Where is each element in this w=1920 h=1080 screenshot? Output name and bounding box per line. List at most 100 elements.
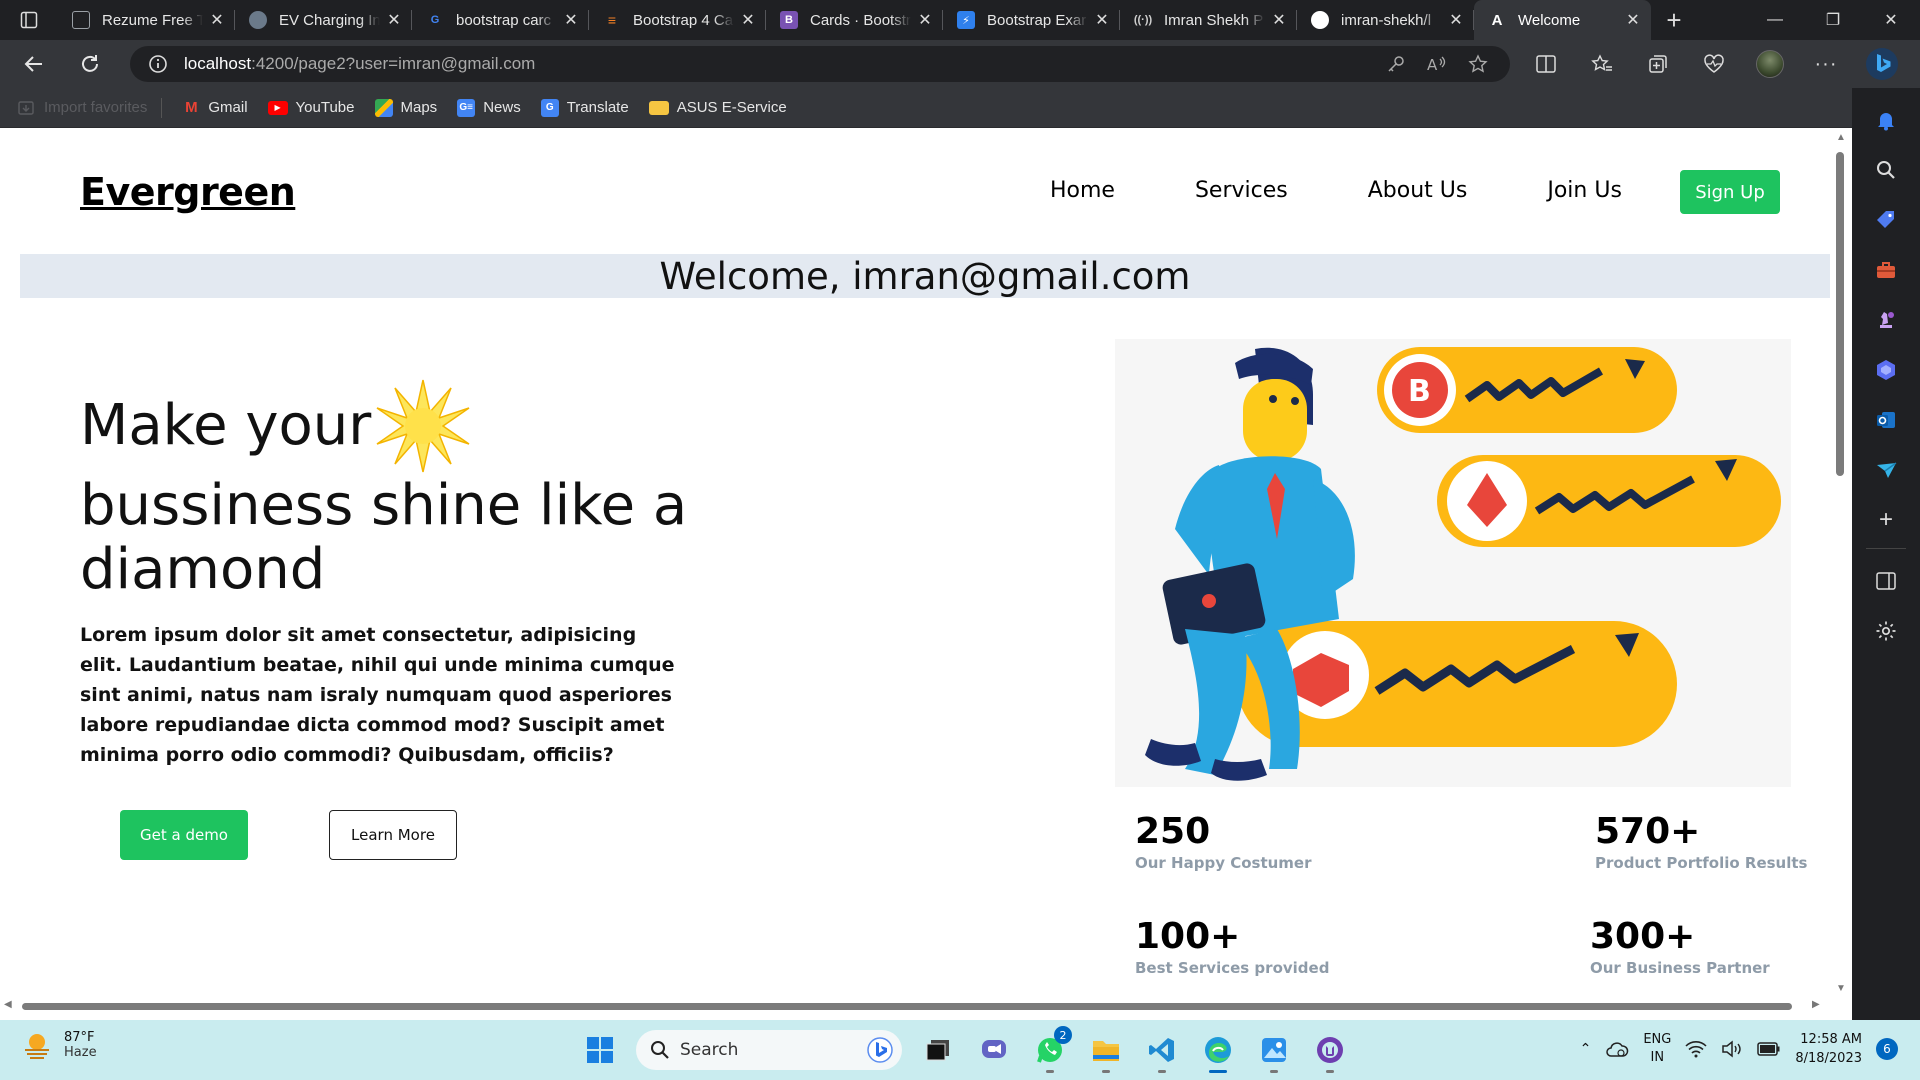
sign-up-button[interactable]: Sign Up: [1680, 170, 1780, 214]
browser-tab[interactable]: ≡ Bootstrap 4 Ca ✕: [589, 0, 766, 40]
import-favorites-link[interactable]: Import favorites: [18, 99, 147, 116]
browser-tab[interactable]: ⚡ Bootstrap Exar ✕: [943, 0, 1120, 40]
new-tab-button[interactable]: +: [1651, 0, 1697, 40]
search-sidebar-button[interactable]: [1868, 152, 1904, 188]
url-host: localhost: [184, 54, 252, 73]
teams-chat-button[interactable]: [974, 1030, 1014, 1070]
nav-about-us[interactable]: About Us: [1368, 178, 1468, 203]
nav-join-us[interactable]: Join Us: [1547, 178, 1622, 203]
notifications-button[interactable]: [1868, 102, 1904, 138]
fav-news[interactable]: G≡ News: [457, 98, 521, 117]
brand-logo[interactable]: Evergreen: [80, 170, 296, 214]
copilot-m365-button[interactable]: [1868, 352, 1904, 388]
nav-home[interactable]: Home: [1050, 178, 1115, 203]
restore-icon[interactable]: ❐: [1804, 0, 1862, 40]
browser-tab[interactable]: EV Charging In ✕: [235, 0, 412, 40]
close-tab-icon[interactable]: ✕: [386, 10, 402, 30]
photos-icon: [1262, 1038, 1286, 1062]
url-field[interactable]: localhost:4200/page2?user=imran@gmail.co…: [130, 46, 1510, 82]
start-button[interactable]: [580, 1030, 620, 1070]
learn-more-button[interactable]: Learn More: [329, 810, 457, 860]
browser-tab[interactable]: Rezume Free T ✕: [58, 0, 235, 40]
page-viewport: Evergreen Home Services About Us Join Us…: [0, 128, 1852, 1010]
close-tab-icon[interactable]: ✕: [1271, 10, 1287, 30]
browser-tab[interactable]: ((·)) Imran Shekh P ✕: [1120, 0, 1297, 40]
scroll-right-arrow-icon[interactable]: ▶: [1812, 999, 1820, 1010]
scroll-down-arrow-icon[interactable]: ▼: [1836, 983, 1846, 994]
read-aloud-icon[interactable]: A: [1426, 54, 1448, 74]
whatsapp-button[interactable]: 2: [1030, 1026, 1072, 1073]
key-icon[interactable]: [1386, 54, 1406, 74]
games-button[interactable]: [1868, 302, 1904, 338]
wifi-icon[interactable]: [1685, 1040, 1707, 1058]
drop-button[interactable]: [1868, 452, 1904, 488]
favorites-button[interactable]: [1574, 40, 1630, 88]
vscode-button[interactable]: [1142, 1030, 1182, 1073]
taskbar-search[interactable]: Search: [636, 1030, 902, 1070]
horizontal-scroll-thumb[interactable]: [22, 1003, 1792, 1010]
close-tab-icon[interactable]: ✕: [1094, 10, 1110, 30]
battery-charging-icon[interactable]: [1757, 1041, 1781, 1057]
browser-tab[interactable]: G bootstrap carc ✕: [412, 0, 589, 40]
close-tab-icon[interactable]: ✕: [1448, 10, 1464, 30]
browser-essentials-button[interactable]: [1686, 40, 1742, 88]
bing-copilot-button[interactable]: [1854, 40, 1910, 88]
translate-icon: G: [540, 98, 559, 117]
tools-button[interactable]: [1868, 252, 1904, 288]
fav-gmail[interactable]: M Gmail: [182, 99, 247, 117]
main-nav: Home Services About Us Join Us: [1050, 178, 1702, 203]
input-language[interactable]: ENG IN: [1643, 1031, 1671, 1067]
horizontal-scrollbar[interactable]: ◀ ▶: [0, 999, 1832, 1010]
favorites-icon: [1591, 54, 1612, 71]
hide-sidebar-button[interactable]: [1868, 563, 1904, 599]
photos-button[interactable]: [1254, 1030, 1294, 1073]
weather-widget[interactable]: 87°F Haze: [22, 1030, 97, 1060]
favorite-star-icon[interactable]: [1468, 54, 1488, 74]
github-desktop-button[interactable]: [1310, 1030, 1350, 1073]
svg-text:A: A: [1427, 56, 1438, 74]
shopping-button[interactable]: [1868, 202, 1904, 238]
fav-asus[interactable]: ASUS E-Service: [648, 99, 787, 116]
collections-button[interactable]: [1630, 40, 1686, 88]
close-tab-icon[interactable]: ✕: [563, 10, 579, 30]
minimize-icon[interactable]: —: [1746, 0, 1804, 40]
add-sidebar-app-button[interactable]: +: [1868, 502, 1904, 538]
browser-tab-active[interactable]: A Welcome ✕: [1474, 0, 1651, 40]
tab-actions-button[interactable]: [0, 0, 58, 40]
vertical-scrollbar[interactable]: ▲ ▼: [1832, 128, 1848, 1000]
running-indicator: [1158, 1070, 1166, 1073]
edge-browser-button[interactable]: [1198, 1030, 1238, 1073]
profile-button[interactable]: [1742, 40, 1798, 88]
close-tab-icon[interactable]: ✕: [740, 10, 756, 30]
close-tab-icon[interactable]: ✕: [209, 10, 225, 30]
browser-tab[interactable]: B Cards · Bootstr ✕: [766, 0, 943, 40]
fav-translate[interactable]: G Translate: [540, 98, 629, 117]
task-view-button[interactable]: [918, 1030, 958, 1070]
back-button[interactable]: [6, 40, 62, 88]
system-tray: ⌃ ENG IN 12:58 AM 8/18/2023 6: [1580, 1030, 1898, 1068]
sidebar-settings-button[interactable]: [1868, 613, 1904, 649]
notification-count-badge[interactable]: 6: [1876, 1038, 1898, 1060]
get-a-demo-button[interactable]: Get a demo: [120, 810, 248, 860]
nav-services[interactable]: Services: [1195, 178, 1288, 203]
settings-more-button[interactable]: ···: [1798, 40, 1854, 88]
clock[interactable]: 12:58 AM 8/18/2023: [1795, 1030, 1862, 1068]
volume-icon[interactable]: [1721, 1040, 1743, 1058]
close-window-icon[interactable]: ✕: [1862, 0, 1920, 40]
outlook-button[interactable]: [1868, 402, 1904, 438]
close-tab-icon[interactable]: ✕: [1625, 10, 1641, 30]
scroll-up-arrow-icon[interactable]: ▲: [1836, 132, 1846, 143]
crypto-businessman-illustration: B: [1145, 347, 1781, 781]
fav-youtube[interactable]: ▶ YouTube: [267, 99, 355, 116]
show-hidden-icons-icon[interactable]: ⌃: [1580, 1041, 1592, 1057]
split-screen-button[interactable]: [1518, 40, 1574, 88]
scroll-left-arrow-icon[interactable]: ◀: [4, 999, 12, 1010]
refresh-button[interactable]: [62, 40, 118, 88]
vertical-scroll-thumb[interactable]: [1836, 152, 1844, 476]
fav-maps[interactable]: Maps: [374, 98, 437, 117]
info-icon[interactable]: [148, 54, 168, 74]
onedrive-sync-icon[interactable]: [1605, 1040, 1629, 1058]
close-tab-icon[interactable]: ✕: [917, 10, 933, 30]
file-explorer-button[interactable]: [1086, 1030, 1126, 1073]
browser-tab[interactable]: imran-shekh/l ✕: [1297, 0, 1474, 40]
